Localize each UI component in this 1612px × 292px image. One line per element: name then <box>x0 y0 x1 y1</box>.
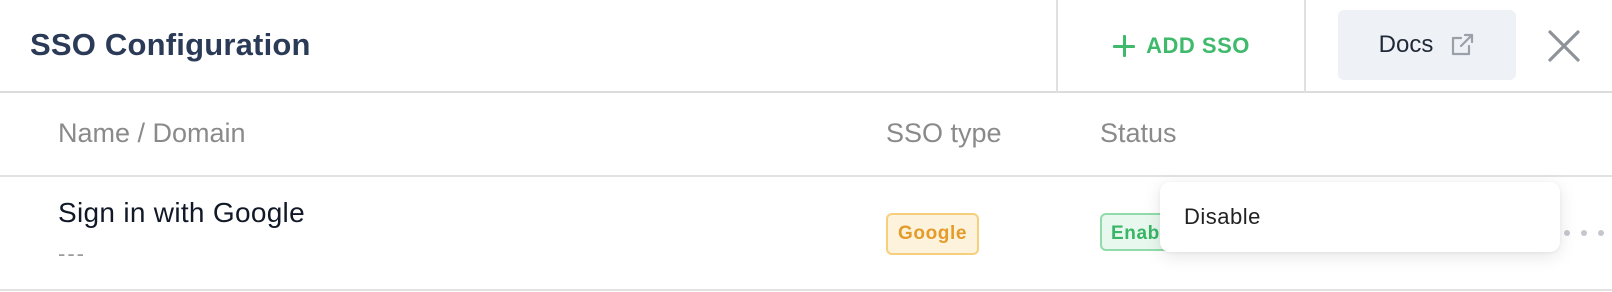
more-dot <box>1598 230 1604 236</box>
column-header-name[interactable]: Name / Domain <box>58 93 246 173</box>
sso-type-badge: Google <box>886 213 980 255</box>
page-title: SSO Configuration <box>30 27 311 62</box>
sso-name: Sign in with Google <box>58 197 305 228</box>
plus-icon <box>1112 34 1136 58</box>
more-dot <box>1581 230 1587 236</box>
add-sso-button[interactable]: ADD SSO <box>1058 0 1304 92</box>
more-dot <box>1564 230 1570 236</box>
add-sso-label: ADD SSO <box>1146 33 1250 58</box>
column-header-sso-type[interactable]: SSO type <box>886 93 1002 173</box>
table-header: Name / Domain SSO type Status <box>0 93 1612 177</box>
header-divider <box>1304 0 1306 92</box>
sso-domain: --- <box>58 241 86 266</box>
row-actions-menu: Disable <box>1160 182 1560 252</box>
column-header-status[interactable]: Status <box>1100 93 1177 173</box>
sso-configuration-panel: SSO Configuration ADD SSO Docs Name / Do… <box>0 0 1612 292</box>
close-icon[interactable] <box>1540 22 1588 70</box>
docs-button[interactable]: Docs <box>1338 10 1516 80</box>
docs-label: Docs <box>1378 31 1434 58</box>
menu-item-disable[interactable]: Disable <box>1184 182 1261 252</box>
panel-header: SSO Configuration ADD SSO Docs <box>0 0 1612 93</box>
external-link-icon <box>1452 33 1474 56</box>
more-horizontal-icon[interactable] <box>1564 227 1604 239</box>
